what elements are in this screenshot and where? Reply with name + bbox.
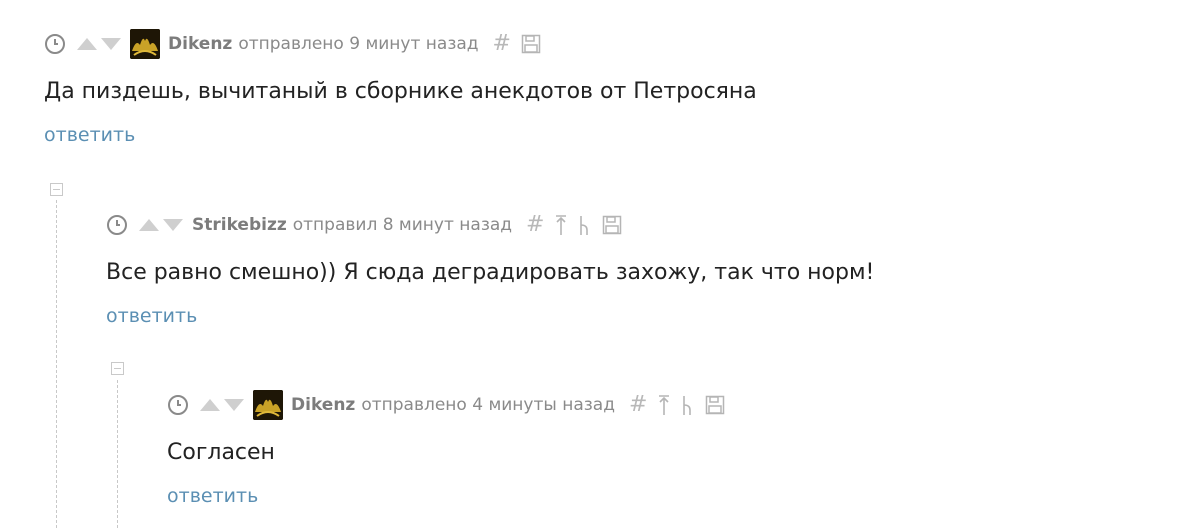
- comment-1: Dikenz отправлено 9 минут назад # Да пиз…: [44, 29, 757, 146]
- vote-controls: [199, 398, 245, 412]
- parent-icon[interactable]: [554, 214, 568, 236]
- clock-icon[interactable]: [106, 214, 128, 236]
- reply-link[interactable]: ответить: [167, 485, 725, 507]
- downvote-icon[interactable]: [162, 218, 184, 232]
- comment-text: Согласен: [167, 440, 275, 465]
- parent-icon[interactable]: [657, 394, 671, 416]
- reply-link[interactable]: ответить: [44, 124, 757, 146]
- comment-tools: #: [526, 214, 622, 236]
- comment-3: Dikenz отправлено 4 минуты назад # Согла…: [167, 390, 725, 507]
- save-icon[interactable]: [602, 215, 622, 235]
- avatar[interactable]: [253, 390, 283, 420]
- save-icon[interactable]: [521, 34, 541, 54]
- comment-header: Dikenz отправлено 4 минуты назад #: [167, 390, 725, 420]
- hash-icon[interactable]: #: [493, 33, 511, 55]
- vote-controls: [76, 37, 122, 51]
- thread-line: [56, 200, 57, 528]
- downvote-icon[interactable]: [100, 37, 122, 51]
- comment-header: Dikenz отправлено 9 минут назад #: [44, 29, 757, 59]
- avatar[interactable]: [130, 29, 160, 59]
- upvote-icon[interactable]: [138, 218, 160, 232]
- author-name[interactable]: Dikenz: [168, 34, 232, 54]
- clock-icon[interactable]: [44, 33, 66, 55]
- comment-2: Strikebizz отправил 8 минут назад # Все …: [106, 212, 875, 328]
- comment-timestamp: отправил 8 минут назад: [292, 215, 513, 235]
- reply-link[interactable]: ответить: [106, 305, 874, 327]
- comment-tools: #: [493, 33, 541, 55]
- comment-text: Все равно смешно)) Я сюда деградировать …: [106, 260, 875, 285]
- downvote-icon[interactable]: [223, 398, 245, 412]
- comment-tools: #: [629, 394, 725, 416]
- clock-icon[interactable]: [167, 394, 189, 416]
- comment-timestamp: отправлено 4 минуты назад: [361, 395, 615, 415]
- upvote-icon[interactable]: [76, 37, 98, 51]
- author-name[interactable]: Dikenz: [291, 395, 355, 415]
- hash-icon[interactable]: #: [629, 394, 647, 416]
- comment-timestamp: отправлено 9 минут назад: [238, 34, 479, 54]
- collapse-toggle[interactable]: [111, 362, 124, 375]
- save-icon[interactable]: [705, 395, 725, 415]
- thread-icon[interactable]: [681, 394, 695, 416]
- thread-icon[interactable]: [578, 214, 592, 236]
- author-name[interactable]: Strikebizz: [192, 215, 287, 235]
- collapse-toggle[interactable]: [50, 183, 63, 196]
- comment-text: Да пиздешь, вычитаный в сборнике анекдот…: [44, 79, 757, 104]
- vote-controls: [138, 218, 184, 232]
- upvote-icon[interactable]: [199, 398, 221, 412]
- thread-line: [117, 380, 118, 528]
- hash-icon[interactable]: #: [526, 214, 544, 236]
- comment-header: Strikebizz отправил 8 минут назад #: [106, 212, 874, 238]
